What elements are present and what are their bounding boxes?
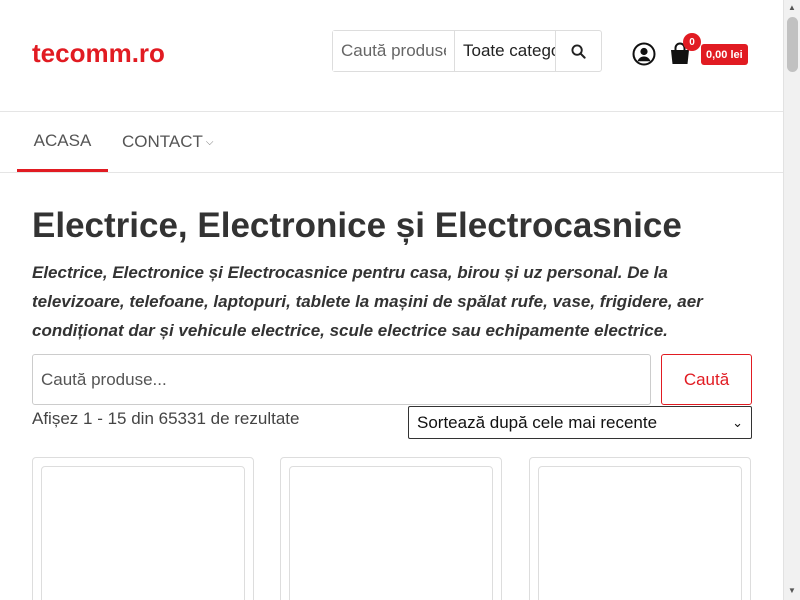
cart-count-badge: 0: [683, 33, 701, 51]
scrollbar-thumb[interactable]: [787, 17, 798, 72]
results-count: Afișez 1 - 15 din 65331 de rezultate: [32, 409, 300, 428]
sort-select[interactable]: Sortează după cele mai recente ⌄: [408, 406, 752, 439]
product-search-button[interactable]: Caută: [661, 354, 752, 405]
account-icon[interactable]: [632, 42, 656, 66]
vertical-scrollbar[interactable]: ▲ ▼: [783, 0, 800, 600]
page-description: Electrice, Electronice și Electrocasnice…: [32, 263, 703, 340]
product-card[interactable]: [529, 457, 751, 600]
sort-select-value: Sortează după cele mai recente: [417, 412, 658, 432]
site-header: tecomm.ro Toate categoriile ⌄ 0 0,00 lei: [0, 0, 783, 112]
product-image-placeholder: [289, 466, 493, 600]
site-logo[interactable]: tecomm.ro: [32, 38, 165, 69]
chevron-down-icon: ⌄: [732, 414, 743, 430]
nav-item-label: ACASA: [33, 130, 92, 150]
header-search-input[interactable]: [333, 31, 455, 71]
product-search-input[interactable]: [32, 354, 651, 405]
category-select[interactable]: Toate categoriile ⌄: [455, 31, 556, 71]
search-icon: [571, 43, 586, 59]
nav-item-label: CONTACT: [122, 132, 203, 151]
nav-item-contact[interactable]: CONTACT ⌵: [122, 112, 214, 172]
product-card[interactable]: [280, 457, 502, 600]
header-search-form: Toate categoriile ⌄: [332, 30, 602, 72]
main-navigation: ACASA CONTACT ⌵: [0, 112, 783, 173]
scroll-up-arrow-icon[interactable]: ▲: [788, 3, 796, 12]
header-search-button[interactable]: [556, 31, 601, 71]
product-image-placeholder: [41, 466, 245, 600]
cart-total-badge[interactable]: 0,00 lei: [701, 44, 748, 65]
scroll-down-arrow-icon[interactable]: ▼: [788, 586, 796, 595]
product-card[interactable]: [32, 457, 254, 600]
chevron-down-icon: ⌵: [205, 136, 214, 148]
category-select-value: Toate categoriile: [463, 41, 555, 60]
page-title: Electrice, Electronice și Electrocasnice: [32, 206, 682, 245]
product-image-placeholder: [538, 466, 742, 600]
nav-item-acasa[interactable]: ACASA: [17, 112, 108, 172]
